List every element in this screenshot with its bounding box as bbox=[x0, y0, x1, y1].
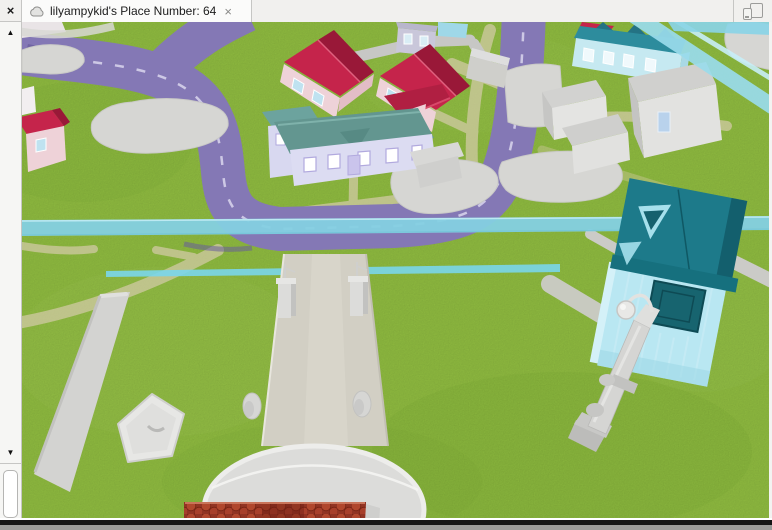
close-icon: × bbox=[6, 3, 15, 18]
tab-bar: × lilyampykid's Place Number: 64 × bbox=[0, 0, 772, 22]
scroll-down-arrow-icon[interactable]: ▼ bbox=[7, 447, 15, 459]
red-brick-wall[interactable] bbox=[184, 502, 380, 518]
side-scroll-strip: ▲ ▼ bbox=[0, 22, 22, 518]
bottom-gray-bar bbox=[0, 525, 772, 530]
tab-title: lilyampykid's Place Number: 64 bbox=[50, 4, 217, 18]
scene-canvas[interactable] bbox=[22, 22, 772, 518]
scroll-up-arrow-icon[interactable]: ▲ bbox=[7, 27, 15, 39]
tab-close-icon[interactable]: × bbox=[224, 5, 232, 18]
strip-divider bbox=[0, 463, 21, 464]
cloud-icon bbox=[30, 6, 44, 16]
window-layout-button[interactable] bbox=[734, 0, 772, 22]
3d-viewport[interactable] bbox=[22, 22, 772, 518]
place-tab[interactable]: lilyampykid's Place Number: 64 × bbox=[22, 0, 252, 22]
studio-window: × lilyampykid's Place Number: 64 × ▲ ▼ bbox=[0, 0, 772, 530]
panel-close-button[interactable]: × bbox=[0, 0, 22, 22]
strip-handle[interactable] bbox=[3, 470, 18, 518]
tabbar-filler bbox=[252, 0, 733, 22]
overlapping-windows-icon bbox=[741, 2, 765, 20]
